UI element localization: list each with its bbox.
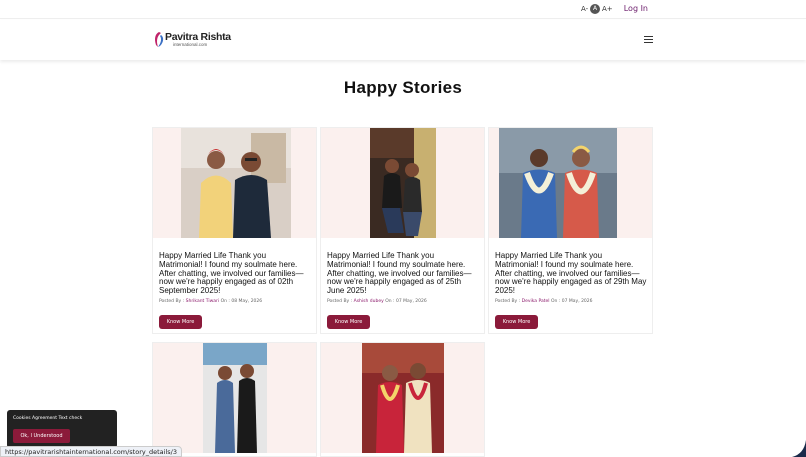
cookie-text: Cookies Agreement Text check [13,416,83,421]
story-body: Happy Married Life Thank you Matrimonial… [327,251,479,304]
story-date: 07 May, 2026 [395,298,427,304]
couple-photo[interactable] [499,128,617,238]
story-author[interactable]: Ashish dubey [354,299,384,304]
hamburger-icon[interactable] [644,36,653,43]
story-photo-frame [321,343,484,453]
know-more-button[interactable]: Know More [159,315,202,329]
story-photo-frame [153,128,316,238]
story-meta: Posted By : Shrikant Tiwari On : 08 May,… [159,299,311,304]
story-card: Happy Married Life Thank you Matrimonial… [488,127,653,334]
font-decrease-button[interactable]: A- [581,5,588,13]
posted-on-label: On : [385,298,395,304]
story-card: Happy Married Life Thank you Matrimonial… [152,127,317,334]
story-body: Happy Married Life Thank you Matrimonial… [159,251,311,304]
story-text: Happy Married Life Thank you Matrimonial… [327,251,472,296]
couple-photo[interactable] [370,128,436,238]
story-meta: Posted By : Ashish dubey On : 07 May, 20… [327,299,479,304]
story-body: Happy Married Life Thank you Matrimonial… [495,251,647,304]
page-corner-icon [792,440,806,457]
story-text: Happy Married Life Thank you Matrimonial… [159,251,304,296]
story-date: 07 May, 2026 [561,298,593,304]
story-card [152,342,317,457]
posted-on-label: On : [220,298,230,304]
couple-photo[interactable] [362,343,444,453]
top-utility-bar: A- A A+ Log In [0,0,806,19]
logo-emblem-icon [155,32,164,47]
posted-by-label: Posted By : [327,298,353,304]
story-photo-frame [153,343,316,453]
story-card: Happy Married Life Thank you Matrimonial… [320,127,485,334]
posted-on-label: On : [550,298,561,304]
story-author[interactable]: Shrikant Tiwari [186,299,220,304]
status-url-bar: https://pavitrarishtainternational.com/s… [0,446,182,457]
font-normal-button[interactable]: A [590,4,600,14]
posted-by-label: Posted By : [159,298,185,304]
page-title: Happy Stories [343,78,463,97]
posted-by-label: Posted By : [495,298,521,304]
couple-photo[interactable] [203,343,267,453]
font-increase-button[interactable]: A+ [602,5,613,13]
site-header: Pavitra Rishta international.com [0,20,806,60]
story-text: Happy Married Life Thank you Matrimonial… [495,251,647,296]
story-card [320,342,485,457]
story-photo-frame [321,128,484,238]
story-date: 08 May, 2026 [231,298,263,304]
story-meta: Posted By : Devika Patel On : 07 May, 20… [495,299,647,304]
login-link[interactable]: Log In [624,4,648,13]
story-photo-frame [489,128,652,238]
know-more-button[interactable]: Know More [495,315,538,329]
logo-domain: international.com [173,42,208,47]
cookie-banner: Cookies Agreement Text check Ok, I Under… [7,410,117,448]
cookie-accept-button[interactable]: Ok, I Understood [13,429,70,443]
know-more-button[interactable]: Know More [327,315,370,329]
couple-photo[interactable] [181,128,291,238]
story-author[interactable]: Devika Patel [522,299,550,304]
